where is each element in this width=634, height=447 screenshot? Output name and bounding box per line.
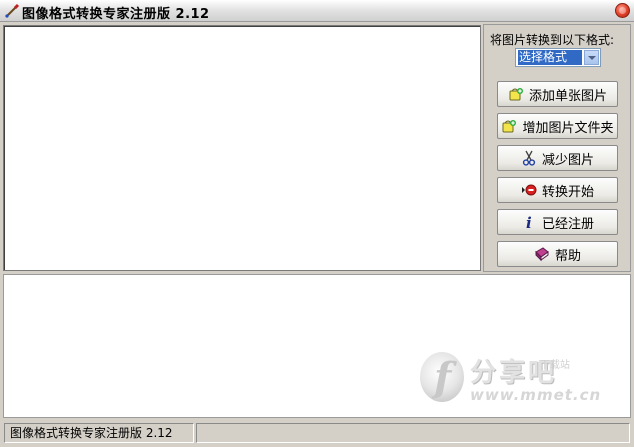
window-title: 图像格式转换专家注册版 2.12 (22, 7, 210, 22)
add-image-icon (509, 88, 523, 101)
start-record-icon (521, 184, 537, 196)
registered-label: 已经注册 (541, 216, 594, 232)
paint-brush-icon (5, 3, 20, 18)
add-folder-icon (502, 120, 517, 133)
watermark-sub: 下载站 (540, 360, 570, 371)
format-select-value: 选择格式 (518, 50, 582, 65)
title-bar: 图像格式转换专家注册版 2.12 (0, 0, 634, 22)
help-book-icon (535, 247, 549, 262)
add-single-image-label: 添加单张图片 (528, 88, 607, 104)
add-single-image-button[interactable]: 添加单张图片 (497, 81, 618, 107)
help-label: 帮助 (554, 248, 581, 264)
start-convert-button[interactable]: 转换开始 (497, 177, 618, 203)
watermark-logo-icon (420, 352, 464, 402)
help-button[interactable]: 帮助 (497, 241, 618, 267)
status-bar: 图像格式转换专家注册版 2.12 (0, 420, 634, 447)
scissors-icon (522, 150, 536, 166)
registered-button[interactable]: i 已经注册 (497, 209, 618, 235)
status-text: 图像格式转换专家注册版 2.12 (4, 423, 194, 443)
add-folder-button[interactable]: 增加图片文件夹 (497, 113, 618, 139)
remove-image-label: 减少图片 (541, 152, 594, 168)
close-button[interactable] (615, 3, 630, 18)
start-convert-label: 转换开始 (541, 184, 594, 200)
chevron-down-icon[interactable] (584, 50, 599, 65)
watermark-url: www.mmet.cn (470, 386, 602, 404)
format-label: 将图片转换到以下格式: (490, 33, 615, 47)
add-folder-label: 增加图片文件夹 (522, 120, 614, 136)
control-panel: 将图片转换到以下格式: 选择格式 添加单张图片 增加图片文件夹 减少图片 转换开… (483, 24, 631, 272)
watermark: 分享吧 下载站 www.mmet.cn (420, 346, 630, 412)
remove-image-button[interactable]: 减少图片 (497, 145, 618, 171)
format-select[interactable]: 选择格式 (515, 48, 601, 67)
image-list[interactable] (3, 25, 481, 271)
info-icon: i (526, 214, 532, 230)
status-text-secondary (196, 423, 630, 443)
svg-text:i: i (526, 214, 532, 230)
